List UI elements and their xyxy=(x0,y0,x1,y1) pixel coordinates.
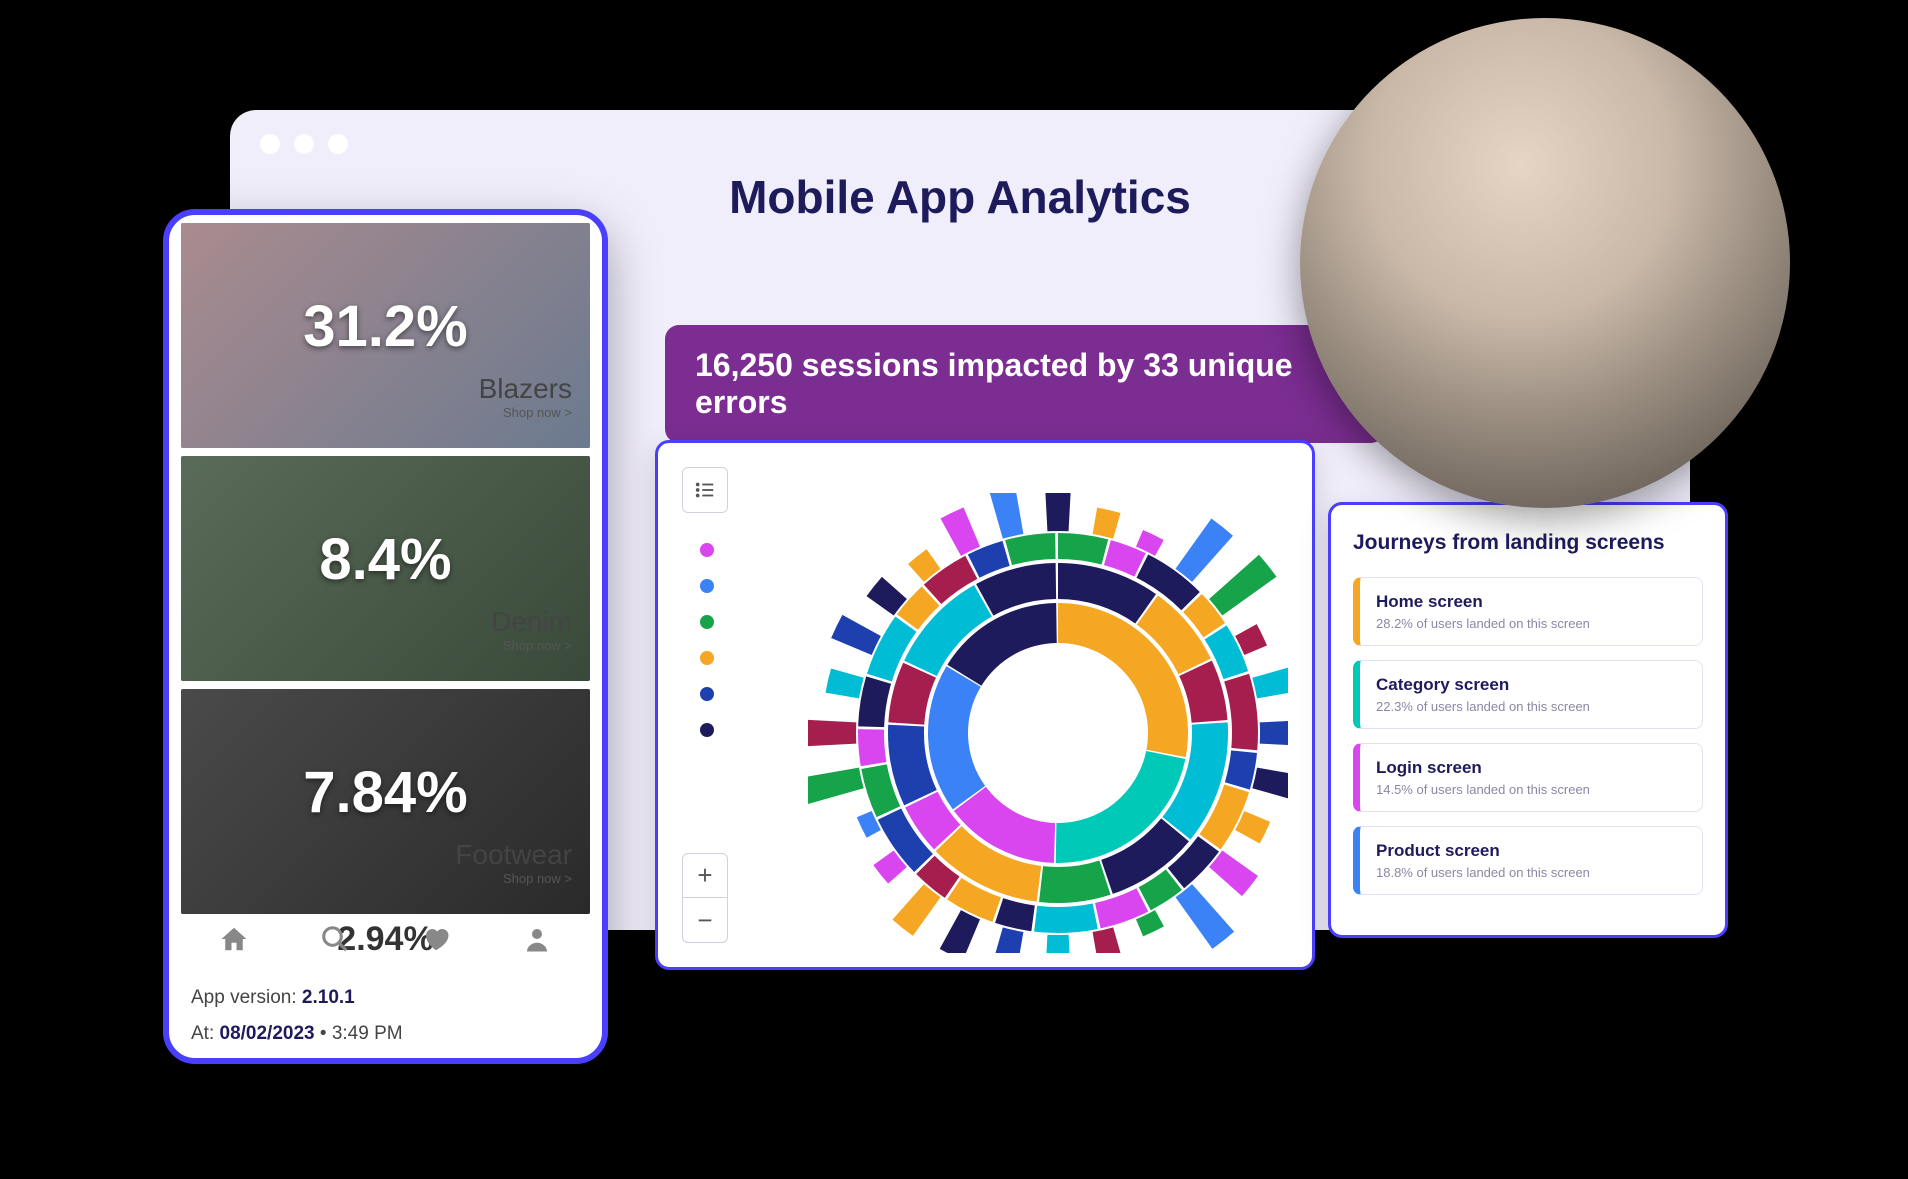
journey-subtitle: 14.5% of users landed on this screen xyxy=(1376,782,1686,797)
journey-subtitle: 28.2% of users landed on this screen xyxy=(1376,616,1686,631)
legend-dot[interactable] xyxy=(700,651,714,665)
heart-icon[interactable] xyxy=(421,924,451,954)
phone-nav-bar: 2.94% xyxy=(169,914,602,954)
tile-percent: 8.4% xyxy=(181,526,590,593)
journey-item[interactable]: Category screen 22.3% of users landed on … xyxy=(1353,660,1703,729)
journey-item[interactable]: Login screen 14.5% of users landed on thi… xyxy=(1353,743,1703,812)
legend-dots xyxy=(700,543,714,737)
error-banner: 16,250 sessions impacted by 33 unique er… xyxy=(665,325,1385,443)
zoom-controls: + − xyxy=(682,853,728,943)
tile-cta[interactable]: Shop now > xyxy=(455,871,572,886)
tile-cta[interactable]: Shop now > xyxy=(491,638,572,653)
journey-name: Category screen xyxy=(1376,675,1686,695)
session-time: 3:49 PM xyxy=(332,1023,403,1044)
phone-tile[interactable]: 7.84% FootwearShop now > xyxy=(181,689,590,914)
journey-item[interactable]: Home screen 28.2% of users landed on this… xyxy=(1353,577,1703,646)
sunburst-chart[interactable] xyxy=(808,493,1288,953)
phone-meta: App version: 2.10.1 At: 08/02/2023 • 3:4… xyxy=(169,954,602,1052)
zoom-in-button[interactable]: + xyxy=(683,854,727,898)
tile-category: Blazers xyxy=(479,373,572,405)
legend-dot[interactable] xyxy=(700,723,714,737)
window-dot[interactable] xyxy=(260,134,280,154)
legend-dot[interactable] xyxy=(700,579,714,593)
phone-tile[interactable]: 8.4% DenimShop now > xyxy=(181,456,590,681)
legend-toggle-button[interactable] xyxy=(682,467,728,513)
user-icon[interactable] xyxy=(522,924,552,954)
tile-category: Footwear xyxy=(455,839,572,871)
journey-subtitle: 18.8% of users landed on this screen xyxy=(1376,865,1686,880)
journey-name: Home screen xyxy=(1376,592,1686,612)
legend-dot[interactable] xyxy=(700,687,714,701)
phone-mock: 31.2%BlazersShop now >8.4%DenimShop now … xyxy=(163,209,608,1064)
journeys-title: Journeys from landing screens xyxy=(1353,531,1703,555)
zoom-out-button[interactable]: − xyxy=(683,898,727,942)
journey-name: Product screen xyxy=(1376,841,1686,861)
legend-dot[interactable] xyxy=(700,615,714,629)
user-avatar xyxy=(1300,18,1790,508)
tile-category: Denim xyxy=(491,606,572,638)
journey-subtitle: 22.3% of users landed on this screen xyxy=(1376,699,1686,714)
tile-percent: 7.84% xyxy=(181,759,590,826)
phone-tile[interactable]: 31.2% BlazersShop now > xyxy=(181,223,590,448)
search-icon[interactable] xyxy=(320,924,350,954)
window-dot[interactable] xyxy=(328,134,348,154)
window-dot[interactable] xyxy=(294,134,314,154)
session-date: 08/02/2023 xyxy=(220,1023,315,1044)
tile-percent: 31.2% xyxy=(181,293,590,360)
home-icon[interactable] xyxy=(219,924,249,954)
journey-item[interactable]: Product screen 18.8% of users landed on t… xyxy=(1353,826,1703,895)
journey-name: Login screen xyxy=(1376,758,1686,778)
sunburst-card: + − xyxy=(655,440,1315,970)
legend-dot[interactable] xyxy=(700,543,714,557)
list-icon xyxy=(694,479,716,501)
journeys-card: Journeys from landing screens Home scree… xyxy=(1328,502,1728,938)
tile-cta[interactable]: Shop now > xyxy=(479,405,572,420)
app-version: 2.10.1 xyxy=(302,987,355,1008)
